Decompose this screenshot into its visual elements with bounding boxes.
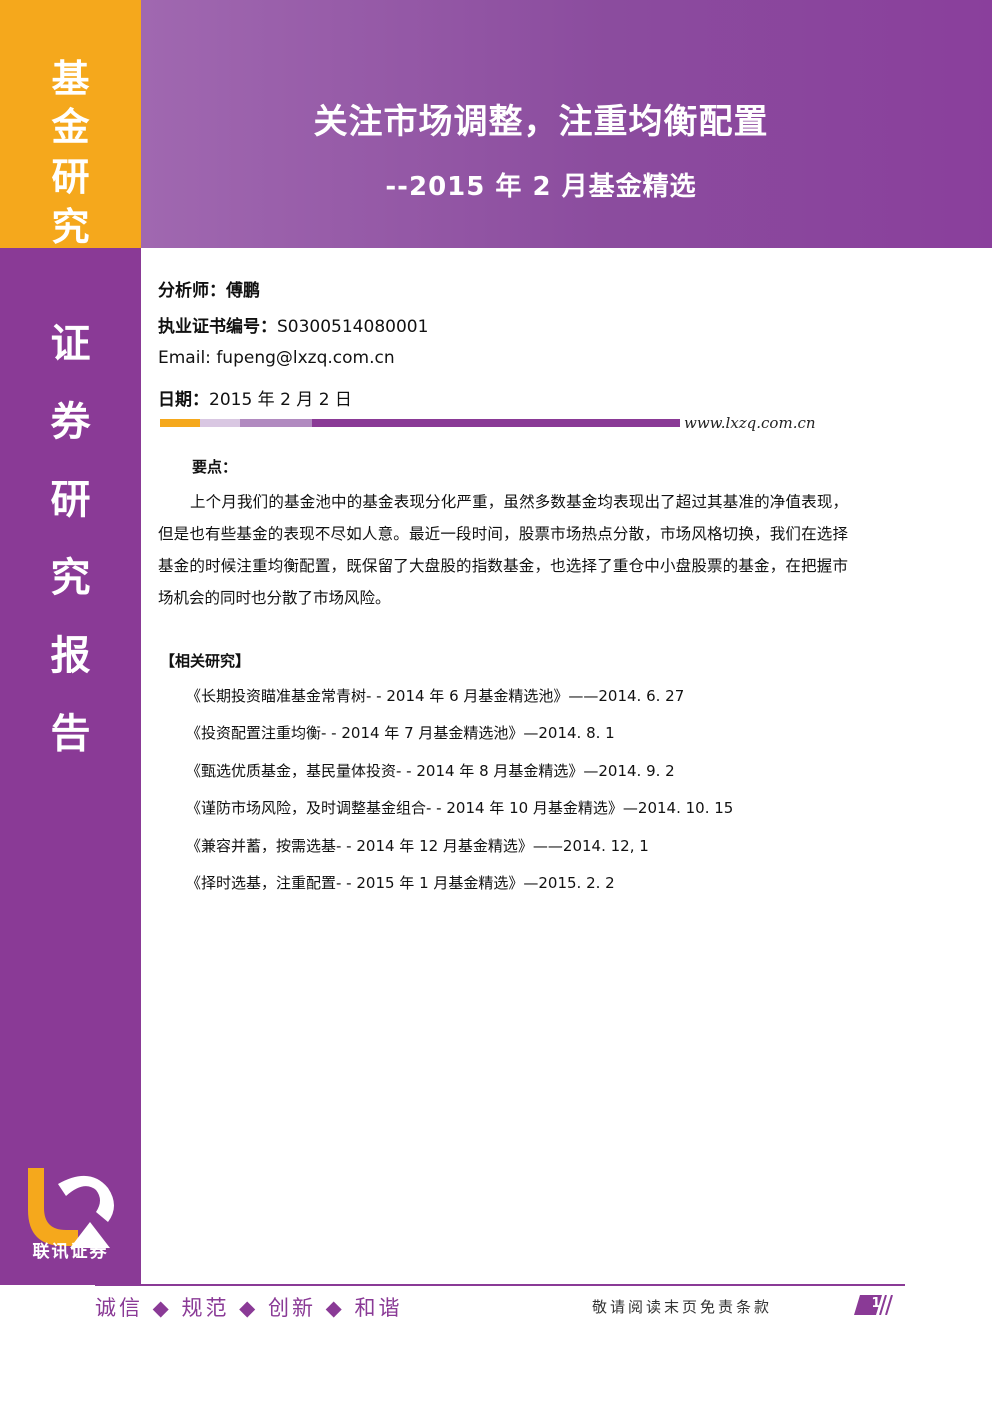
category-char: 金 [51,104,90,149]
footer-divider [95,1284,905,1286]
footer-motto: 诚信 ◆ 规范 ◆ 创新 ◆ 和谐 [95,1296,403,1320]
certificate-line: 执业证书编号：S0300514080001 [158,312,428,337]
analyst-line: 分析师：傅鹏 [158,276,260,301]
related-research-item: 《择时选基，注重配置- - 2015 年 1 月基金精选》—2015. 2. 2 [186,874,615,892]
page-number: 1 [871,1296,881,1311]
logo-text: 联讯证券 [32,1242,109,1262]
email-address: fupeng@lxzq.com.cn [216,348,395,368]
related-research-heading: 【相关研究】 [160,652,251,670]
related-research-item: 《长期投资瞄准基金常青树- - 2014 年 6 月基金精选池》——2014. … [186,687,685,705]
report-type-char: 报 [50,632,91,679]
report-type-char: 证 [50,320,91,367]
related-research-item: 《投资配置注重均衡- - 2014 年 7 月基金精选池》—2014. 8. 1 [186,724,615,742]
keypoints-paragraph: 上个月我们的基金池中的基金表现分化严重，虽然多数基金均表现出了超过其基准的净值表… [158,493,848,607]
analyst-name: 傅鹏 [226,281,260,301]
related-research-item: 《谨防市场风险，及时调整基金组合- - 2014 年 10 月基金精选》—201… [186,799,734,817]
report-date: 2015 年 2 月 2 日 [209,390,352,410]
category-char: 究 [51,204,90,249]
related-research-item: 《兼容并蓄，按需选基- - 2014 年 12 月基金精选》——2014. 12… [186,837,649,855]
category-char: 研 [51,154,90,199]
certificate-label: 执业证书编号： [158,317,277,337]
report-type-char: 券 [50,398,91,445]
analyst-label: 分析师： [158,281,226,301]
report-type-char: 告 [50,710,91,757]
divider-bar [160,419,680,427]
related-research-item: 《甄选优质基金，基民量体投资- - 2014 年 8 月基金精选》—2014. … [186,762,675,780]
category-char: 基 [51,56,90,101]
keypoints-heading: 要点： [192,458,238,476]
category-banner: 基 金 研 究 [0,0,141,248]
report-type-char: 研 [50,476,91,523]
date-line: 日期：2015 年 2 月 2 日 [158,385,352,410]
website-url: www.lxzq.com.cn [684,414,816,432]
report-type-sidebar: 证 券 研 究 报 告 [0,248,141,1285]
date-label: 日期： [158,390,209,410]
footer-disclaimer: 敬请阅读末页免责条款 [592,1298,773,1316]
email-label: Email: [158,348,211,368]
email-line: Email: fupeng@lxzq.com.cn [158,348,395,368]
report-type-char: 究 [50,554,91,601]
report-subtitle: --2015 年 2 月基金精选 [385,172,697,202]
certificate-number: S0300514080001 [277,317,429,337]
report-title: 关注市场调整，注重均衡配置 [313,102,769,142]
